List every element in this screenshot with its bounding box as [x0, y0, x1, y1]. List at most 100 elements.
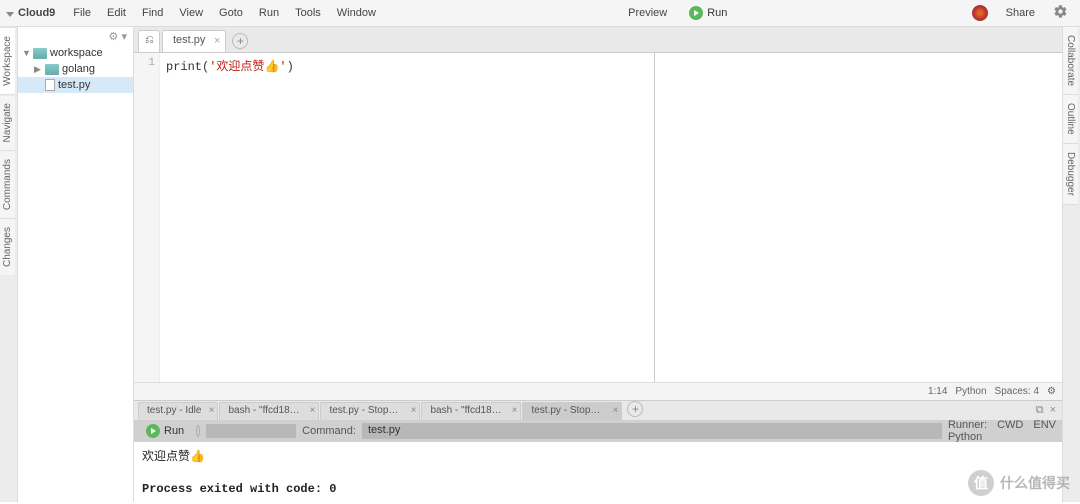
preview-button[interactable]: Preview: [620, 2, 675, 24]
run-label: Run: [707, 7, 727, 19]
cursor-position: 1:14: [928, 386, 947, 397]
command-input[interactable]: test.py: [362, 423, 942, 439]
tree-label: golang: [62, 63, 95, 75]
share-button[interactable]: Share: [998, 2, 1043, 24]
menubar: Cloud9 File Edit Find View Goto Run Tool…: [0, 0, 1080, 27]
close-icon[interactable]: ×: [310, 405, 316, 416]
console-tab[interactable]: test.py - Stopped ×: [320, 402, 420, 420]
left-rail: Workspace Navigate Commands Changes: [0, 27, 18, 502]
code-token: ': [279, 60, 286, 74]
runner-bar: Run Command: test.py Runner: Python CWD …: [134, 420, 1062, 442]
watermark: 值 什么值得买: [968, 470, 1070, 496]
tab-label: bash - "ffcd1803f: [228, 405, 303, 416]
tree-folder-golang[interactable]: ▶ golang: [18, 61, 133, 77]
menu-find[interactable]: Find: [134, 2, 171, 24]
tab-label: test.py - Stopped: [531, 405, 607, 416]
file-tree: ▼ workspace ▶ golang test.py: [18, 45, 133, 93]
code-area[interactable]: print('欢迎点赞👍'): [160, 53, 1062, 400]
tab-label: test.py: [173, 34, 205, 46]
new-tab-button[interactable]: +: [232, 33, 248, 49]
caret-down-icon: ▼: [22, 48, 30, 58]
watermark-icon: 值: [968, 470, 994, 496]
line-gutter: 1: [134, 53, 160, 400]
status-gear-icon[interactable]: ⚙: [1047, 386, 1056, 397]
tree-root[interactable]: ▼ workspace: [18, 45, 133, 61]
runner-selector[interactable]: Runner: Python: [948, 419, 987, 443]
editor-statusbar: 1:14 Python Spaces: 4 ⚙: [134, 382, 1062, 400]
tree-label: test.py: [58, 79, 90, 91]
menu-file[interactable]: File: [65, 2, 99, 24]
runner-name-field[interactable]: [206, 424, 296, 438]
command-label: Command:: [302, 425, 356, 437]
bottom-tabs-actions: ⧉ ×: [1036, 404, 1056, 417]
rail-outline[interactable]: Outline: [1063, 95, 1078, 144]
rail-navigate[interactable]: Navigate: [0, 94, 15, 150]
bottom-panel: test.py - Idle × bash - "ffcd1803f × test.…: [134, 400, 1062, 502]
rail-commands[interactable]: Commands: [0, 150, 15, 218]
close-icon[interactable]: ×: [214, 35, 220, 47]
runner-bar-right: Runner: Python CWD ENV: [948, 419, 1056, 443]
tab-label: test.py - Idle: [147, 405, 201, 416]
close-panel-icon[interactable]: ×: [1050, 404, 1056, 417]
tree-file-testpy[interactable]: test.py: [18, 77, 133, 93]
caret-right-icon: ▶: [34, 64, 42, 75]
menu-tools[interactable]: Tools: [287, 2, 329, 24]
close-icon[interactable]: ×: [512, 405, 518, 416]
console-tab[interactable]: bash - "ffcd1803f ×: [219, 402, 319, 420]
tab-label: test.py - Stopped: [329, 405, 405, 416]
menubar-center: Preview Run: [620, 2, 735, 24]
close-icon[interactable]: ×: [209, 405, 215, 416]
cwd-button[interactable]: CWD: [997, 419, 1023, 443]
console-line: Process exited with code: 0: [142, 480, 1054, 498]
popout-icon[interactable]: ⧉: [1036, 404, 1044, 417]
new-console-tab-button[interactable]: +: [627, 401, 643, 417]
console-output[interactable]: 欢迎点赞👍 Process exited with code: 0: [134, 442, 1062, 504]
run-button[interactable]: Run: [681, 3, 735, 23]
console-tab[interactable]: test.py - Idle ×: [138, 402, 218, 420]
menu-goto[interactable]: Goto: [211, 2, 251, 24]
runner-run-button[interactable]: Run: [140, 422, 190, 440]
close-icon[interactable]: ×: [613, 405, 619, 416]
code-token: 欢迎点赞: [216, 60, 264, 74]
vertical-split-handle[interactable]: [654, 53, 655, 400]
tab-label: bash - "ffcd1803f: [430, 405, 505, 416]
right-rail: Collaborate Outline Debugger: [1062, 27, 1080, 502]
tree-label: workspace: [50, 47, 103, 59]
main-area: ⎌ test.py × + 1 print('欢迎点赞👍') 1:14 Pyth…: [134, 27, 1062, 400]
console-tab[interactable]: bash - "ffcd1803f ×: [421, 402, 521, 420]
tab-history-icon[interactable]: ⎌: [138, 30, 160, 52]
rail-debugger[interactable]: Debugger: [1063, 144, 1078, 205]
code-token: ): [287, 60, 294, 74]
rail-collaborate[interactable]: Collaborate: [1063, 27, 1078, 95]
bottom-tabbar: test.py - Idle × bash - "ffcd1803f × test.…: [134, 401, 1062, 420]
stop-icon[interactable]: [196, 425, 200, 437]
menu-view[interactable]: View: [171, 2, 211, 24]
run-label: Run: [164, 425, 184, 437]
editor-tabbar: ⎌ test.py × +: [134, 27, 1062, 53]
avatar[interactable]: [972, 5, 988, 21]
gear-icon[interactable]: [1053, 4, 1068, 22]
language-mode[interactable]: Python: [955, 386, 986, 397]
rail-workspace[interactable]: Workspace: [0, 27, 15, 94]
file-icon: [45, 79, 55, 91]
menu-edit[interactable]: Edit: [99, 2, 134, 24]
line-number: 1: [134, 57, 155, 69]
rail-changes[interactable]: Changes: [0, 218, 15, 275]
close-icon[interactable]: ×: [411, 405, 417, 416]
folder-icon: [33, 48, 47, 59]
indent-mode[interactable]: Spaces: 4: [995, 386, 1039, 397]
code-token: print(: [166, 60, 209, 74]
editor-tab[interactable]: test.py ×: [162, 30, 226, 52]
env-button[interactable]: ENV: [1033, 419, 1056, 443]
sidebar: ⚙ ▾ ▼ workspace ▶ golang test.py: [18, 27, 134, 502]
watermark-text: 什么值得买: [1000, 473, 1070, 493]
menu-run[interactable]: Run: [251, 2, 287, 24]
app-logo[interactable]: Cloud9: [4, 2, 65, 24]
sidebar-gear-icon[interactable]: ⚙ ▾: [109, 30, 127, 43]
console-tab[interactable]: test.py - Stopped ×: [522, 402, 622, 420]
menu-window[interactable]: Window: [329, 2, 384, 24]
folder-icon: [45, 64, 59, 75]
console-line: 欢迎点赞👍: [142, 448, 1054, 466]
code-editor[interactable]: 1 print('欢迎点赞👍') 1:14 Python Spaces: 4 ⚙: [134, 53, 1062, 400]
sidebar-header: ⚙ ▾: [18, 27, 133, 45]
